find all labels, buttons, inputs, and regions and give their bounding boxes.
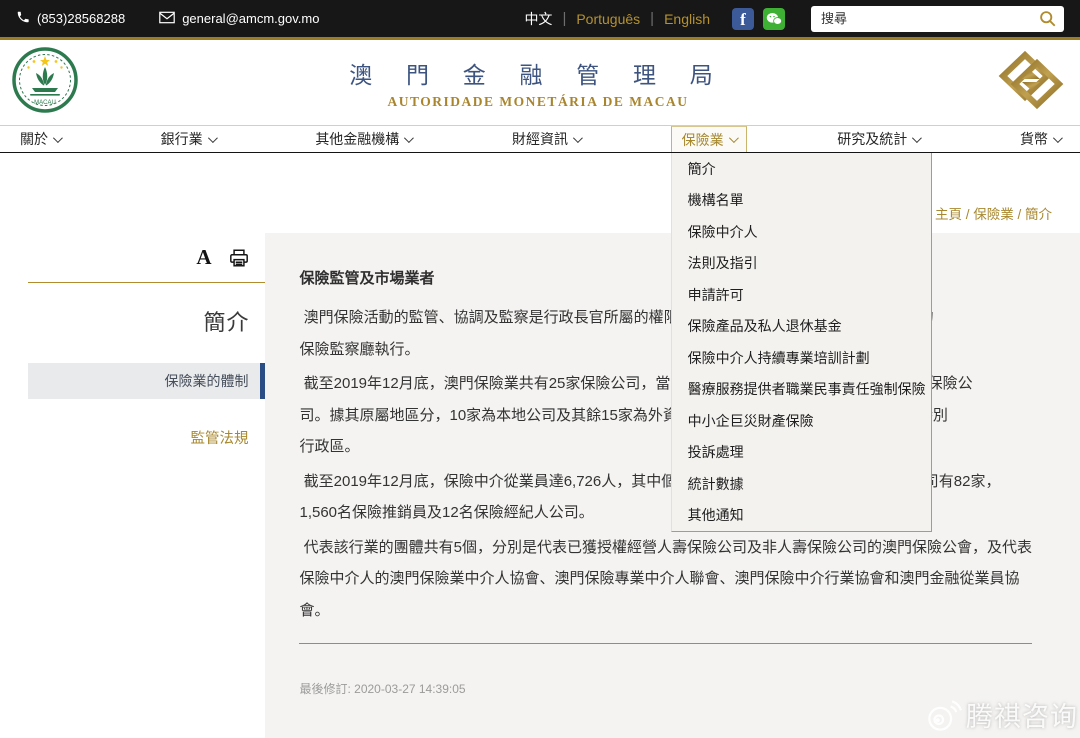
menu-item-statistics[interactable]: 統計數據 bbox=[672, 468, 931, 500]
menu-item-products-pension[interactable]: 保險產品及私人退休基金 bbox=[672, 311, 931, 343]
menu-item-other-notices[interactable]: 其他通知 bbox=[672, 500, 931, 532]
social-links: f bbox=[732, 8, 785, 30]
menu-item-insurance-intermediaries[interactable]: 保險中介人 bbox=[672, 216, 931, 248]
svg-text:MACAU: MACAU bbox=[34, 100, 56, 106]
menu-item-institution-list[interactable]: 機構名單 bbox=[672, 185, 931, 217]
amcm-logo bbox=[998, 50, 1064, 115]
site-header: MACAU 澳 門 金 融 管 理 局 AUTORIDADE MONETÁRIA… bbox=[0, 40, 1080, 126]
lang-zh[interactable]: 中文 bbox=[524, 9, 552, 29]
nav-item-currency[interactable]: 貨幣 bbox=[1010, 126, 1070, 152]
site-title: 澳 門 金 融 管 理 局 AUTORIDADE MONETÁRIA DE MA… bbox=[78, 56, 998, 110]
paragraph: 代表該行業的團體共有5個，分別是代表已獲授權經營人壽保險公司及非人壽保險公司的澳… bbox=[299, 532, 1032, 627]
sidebar-item-regulations[interactable]: 監管法規 bbox=[0, 427, 265, 448]
phone-number: (853)28568288 bbox=[37, 11, 125, 26]
chevron-down-icon bbox=[573, 133, 583, 143]
last-modified: 最後修訂: 2020-03-27 14:39:05 bbox=[299, 680, 1032, 697]
menu-item-intro[interactable]: 簡介 bbox=[672, 153, 931, 185]
nav-item-research-stats[interactable]: 研究及統計 bbox=[827, 126, 929, 152]
search-input[interactable] bbox=[821, 11, 1039, 26]
main-nav: 關於 銀行業 其他金融機構 財經資訊 保險業 簡介 機構名單 保險中介人 法則及… bbox=[0, 126, 1080, 153]
chevron-down-icon bbox=[912, 133, 922, 143]
search-icon[interactable] bbox=[1039, 10, 1056, 27]
menu-item-application[interactable]: 申請許可 bbox=[672, 279, 931, 311]
menu-item-complaints[interactable]: 投訴處理 bbox=[672, 437, 931, 469]
email-address[interactable]: general@amcm.gov.mo bbox=[182, 11, 319, 26]
print-icon[interactable] bbox=[229, 249, 249, 267]
chevron-down-icon bbox=[53, 133, 63, 143]
language-switcher: 中文 | Português | English bbox=[524, 9, 710, 29]
nav-item-other-financial[interactable]: 其他金融機構 bbox=[305, 126, 421, 152]
lang-pt[interactable]: Português bbox=[576, 11, 640, 27]
divider: | bbox=[650, 10, 654, 27]
nav-item-about[interactable]: 關於 bbox=[10, 126, 70, 152]
chevron-down-icon bbox=[729, 133, 739, 143]
email-icon bbox=[159, 11, 175, 27]
top-bar: (853)28568288 general@amcm.gov.mo 中文 | P… bbox=[0, 0, 1080, 40]
lang-en[interactable]: English bbox=[664, 11, 710, 27]
weibo-icon bbox=[925, 698, 963, 732]
search-box bbox=[811, 6, 1064, 32]
font-size-tool[interactable]: A bbox=[196, 245, 211, 270]
watermark-text: 腾祺咨询 bbox=[966, 695, 1078, 734]
menu-item-medical-liability[interactable]: 醫療服務提供者職業民事責任強制保險 bbox=[672, 374, 931, 406]
sidebar-item-insurance-system[interactable]: 保險業的體制 bbox=[28, 363, 265, 399]
contact-info: (853)28568288 general@amcm.gov.mo bbox=[16, 10, 345, 27]
sidebar-divider bbox=[28, 282, 265, 283]
phone-icon bbox=[16, 10, 30, 27]
nav-item-insurance[interactable]: 保險業 簡介 機構名單 保險中介人 法則及指引 申請許可 保險產品及私人退休基金… bbox=[671, 126, 747, 152]
chevron-down-icon bbox=[404, 133, 414, 143]
menu-item-rules-guidelines[interactable]: 法則及指引 bbox=[672, 248, 931, 280]
site-title-pt: AUTORIDADE MONETÁRIA DE MACAU bbox=[78, 94, 998, 110]
wechat-icon[interactable] bbox=[763, 8, 785, 30]
page-tools: A bbox=[0, 245, 265, 270]
chevron-down-icon bbox=[1053, 133, 1063, 143]
menu-item-sme-catastrophe[interactable]: 中小企巨災財產保險 bbox=[672, 405, 931, 437]
sidebar: A 簡介 保險業的體制 監管法規 bbox=[0, 233, 265, 738]
menu-item-cpd-programme[interactable]: 保險中介人持續專業培訓計劃 bbox=[672, 342, 931, 374]
breadcrumb[interactable]: 主頁 / 保險業 / 簡介 bbox=[935, 207, 1052, 222]
facebook-icon[interactable]: f bbox=[732, 8, 754, 30]
macau-government-emblem: MACAU bbox=[12, 47, 78, 118]
site-title-zh: 澳 門 金 融 管 理 局 bbox=[78, 56, 998, 90]
sidebar-section-title: 簡介 bbox=[0, 305, 265, 337]
chevron-down-icon bbox=[208, 133, 218, 143]
insurance-dropdown-menu: 簡介 機構名單 保險中介人 法則及指引 申請許可 保險產品及私人退休基金 保險中… bbox=[671, 153, 932, 532]
content-divider bbox=[299, 643, 1032, 644]
watermark: 腾祺咨询 bbox=[925, 695, 1078, 734]
nav-item-banking[interactable]: 銀行業 bbox=[151, 126, 225, 152]
nav-item-financial-info[interactable]: 財經資訊 bbox=[502, 126, 590, 152]
divider: | bbox=[562, 10, 566, 27]
